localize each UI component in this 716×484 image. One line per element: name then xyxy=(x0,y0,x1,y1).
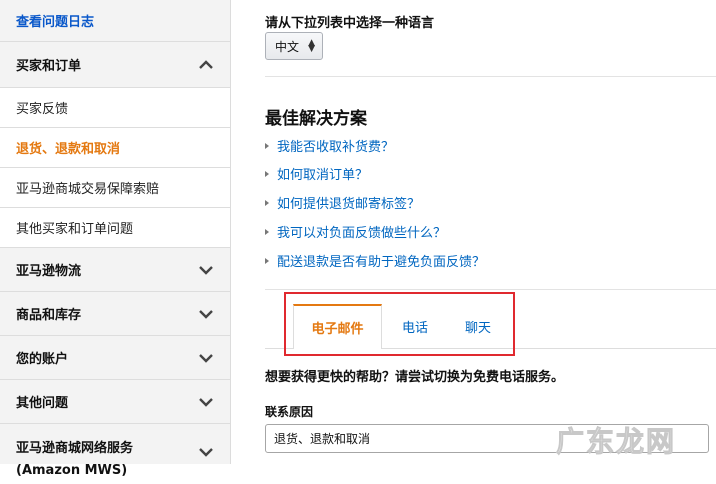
contact-reason-value: 退货、退款和取消 xyxy=(274,432,371,446)
bullet-arrow-icon xyxy=(265,228,269,235)
faq-link-text: 如何取消订单？ xyxy=(277,168,369,183)
contact-reason-label: 联系原因 xyxy=(265,405,314,419)
sidebar-item-returns-refunds[interactable]: 退货、退款和取消 xyxy=(0,128,230,168)
faq-link[interactable]: 我可以对负面反馈做些什么？ xyxy=(265,222,446,241)
language-select-value: 中文 xyxy=(275,39,300,54)
faq-link[interactable]: 配送退款是否有助于避免负面反馈？ xyxy=(265,251,485,270)
faq-link[interactable]: 如何取消订单？ xyxy=(265,164,368,183)
select-arrows-icon: ▲ ▼ xyxy=(308,38,315,54)
sidebar-section-other[interactable]: 其他问题 xyxy=(0,380,230,424)
language-label: 请从下拉列表中选择一种语言 xyxy=(265,16,435,31)
faq-link-text: 我可以对负面反馈做些什么？ xyxy=(277,226,447,241)
faq-link-text: 配送退款是否有助于避免负面反馈？ xyxy=(277,255,486,270)
sidebar-section-label: 其他问题 xyxy=(16,396,69,411)
sidebar-section-label: 商品和库存 xyxy=(16,308,82,323)
sidebar-section-label: 您的账户 xyxy=(16,352,69,367)
sidebar-item-buyer-feedback[interactable]: 买家反馈 xyxy=(0,88,230,128)
bullet-arrow-icon xyxy=(265,170,269,177)
sidebar-section-mws[interactable]: 亚马逊商城网络服务(Amazon MWS) xyxy=(0,424,230,484)
divider xyxy=(265,289,716,290)
sidebar-section-label: 亚马逊商城网络服务(Amazon MWS) xyxy=(16,441,134,478)
faq-link-text: 我能否收取补货费？ xyxy=(277,140,395,155)
phone-help-hint: 想要获得更快的帮助？请尝试切换为免费电话服务。 xyxy=(265,370,565,385)
watermark: 广东龙网 xyxy=(555,425,677,459)
faq-link-text: 如何提供退货邮寄标签？ xyxy=(277,197,421,212)
sidebar-item-a-to-z-claims[interactable]: 亚马逊商城交易保障索赔 xyxy=(0,168,230,208)
chevron-down-icon xyxy=(198,306,214,322)
faq-link[interactable]: 我能否收取补货费？ xyxy=(265,136,394,155)
highlight-annotation-box xyxy=(284,292,515,356)
sidebar: 查看问题日志 买家和订单 买家反馈 退货、退款和取消 亚马逊商城交易保障索赔 其… xyxy=(0,0,231,478)
sidebar-section-buyers-orders[interactable]: 买家和订单 xyxy=(0,42,230,88)
best-solutions-title: 最佳解决方案 xyxy=(265,109,367,129)
chevron-down-icon xyxy=(198,350,214,366)
bullet-arrow-icon xyxy=(265,257,269,264)
sidebar-section-inventory[interactable]: 商品和库存 xyxy=(0,292,230,336)
bullet-arrow-icon xyxy=(265,142,269,149)
chevron-up-icon xyxy=(198,57,214,73)
main-content: 请从下拉列表中选择一种语言 中文 ▲ ▼ 最佳解决方案 我能否收取补货费？ 如何取… xyxy=(231,0,716,464)
chevron-down-icon xyxy=(198,444,214,460)
language-select[interactable]: 中文 ▲ ▼ xyxy=(265,32,323,60)
sidebar-section-fba[interactable]: 亚马逊物流 xyxy=(0,248,230,292)
faq-link[interactable]: 如何提供退货邮寄标签？ xyxy=(265,193,420,212)
chevron-down-icon xyxy=(198,394,214,410)
divider xyxy=(265,76,716,77)
chevron-down-icon xyxy=(198,262,214,278)
sidebar-section-label: 买家和订单 xyxy=(16,59,82,74)
sidebar-section-label: 亚马逊物流 xyxy=(16,264,82,279)
view-case-log-link[interactable]: 查看问题日志 xyxy=(0,0,230,42)
sidebar-section-account[interactable]: 您的账户 xyxy=(0,336,230,380)
sidebar-item-other-order-issues[interactable]: 其他买家和订单问题 xyxy=(0,208,230,248)
bullet-arrow-icon xyxy=(265,199,269,206)
